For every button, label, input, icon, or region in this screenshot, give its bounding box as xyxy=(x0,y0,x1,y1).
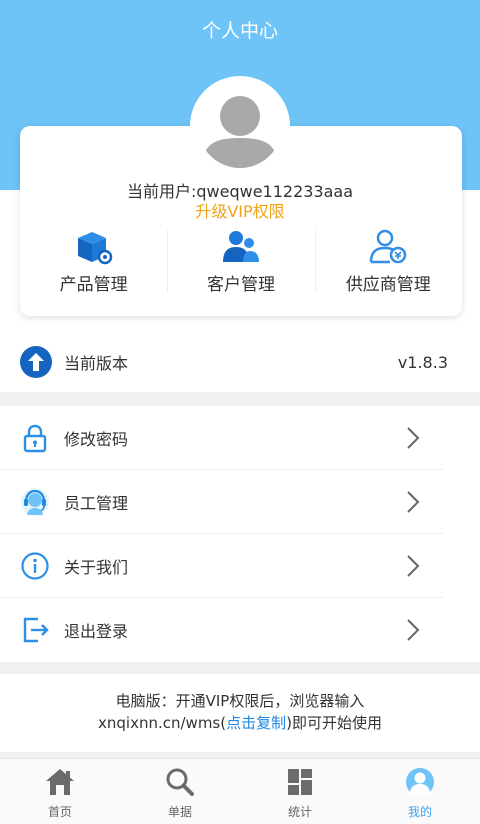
menu-label-about-us: 关于我们 xyxy=(64,558,129,577)
tab-label-statistics: 统计 xyxy=(287,805,312,819)
search-icon xyxy=(166,768,194,796)
version-label: 当前版本 xyxy=(64,354,129,373)
avatar-placeholder-icon xyxy=(198,84,282,168)
version-row[interactable]: 当前版本 v1.8.3 xyxy=(0,334,480,390)
tab-statistics[interactable]: 统计 xyxy=(240,759,360,824)
info-icon xyxy=(21,552,49,580)
chevron-right-icon xyxy=(407,491,420,513)
logout-icon xyxy=(23,617,49,643)
menu-label-change-password: 修改密码 xyxy=(64,430,129,449)
version-value: v1.8.3 xyxy=(397,352,448,372)
supplier-management-button[interactable]: 供应商管理 xyxy=(314,226,462,296)
menu-label-staff-management: 员工管理 xyxy=(64,494,129,513)
home-icon xyxy=(46,769,74,795)
tab-label-mine: 我的 xyxy=(407,805,432,819)
pc-note-suffix: )即可开始使用 xyxy=(286,714,382,732)
copy-link[interactable]: 点击复制 xyxy=(226,714,286,732)
pc-note-line-1: 电脑版：开通VIP权限后，浏览器输入 xyxy=(115,692,365,710)
pc-note-line-2: xnqixnn.cn/wms(点击复制)即可开始使用 xyxy=(0,712,480,734)
chevron-right-icon xyxy=(407,427,420,449)
product-management-button[interactable]: 产品管理 xyxy=(20,226,167,296)
tab-label-home: 首页 xyxy=(47,805,72,819)
headset-staff-icon xyxy=(21,488,49,516)
supplier-management-label: 供应商管理 xyxy=(345,275,431,295)
menu-label-logout: 退出登录 xyxy=(64,622,129,641)
menu-item-logout[interactable]: 退出登录 xyxy=(0,598,480,662)
upload-arrow-icon xyxy=(20,346,52,378)
product-box-gear-icon xyxy=(77,232,112,265)
lock-icon xyxy=(23,424,47,453)
customer-management-label: 客户管理 xyxy=(206,275,275,295)
menu-item-change-password[interactable]: 修改密码 xyxy=(0,406,480,470)
pc-version-note: 电脑版：开通VIP权限后，浏览器输入 xnqixnn.cn/wms(点击复制)即… xyxy=(0,690,480,734)
section-divider xyxy=(0,662,480,674)
bottom-tab-bar: 首页 单据 统计 我的 xyxy=(0,758,480,824)
grid-stats-icon xyxy=(288,769,312,795)
customer-management-button[interactable]: 客户管理 xyxy=(167,226,314,296)
pc-note-url: xnqixnn.cn/wms( xyxy=(98,714,227,732)
tab-home[interactable]: 首页 xyxy=(0,759,120,824)
upgrade-vip-link[interactable]: 升级VIP权限 xyxy=(0,198,480,222)
customers-icon xyxy=(222,231,259,262)
tab-mine[interactable]: 我的 xyxy=(360,759,480,824)
chevron-right-icon xyxy=(407,619,420,641)
page-title: 个人中心 xyxy=(201,20,278,42)
supplier-icon xyxy=(370,229,407,264)
tab-documents[interactable]: 单据 xyxy=(120,759,240,824)
section-divider xyxy=(0,392,480,406)
avatar[interactable] xyxy=(190,76,290,176)
menu-item-about-us[interactable]: 关于我们 xyxy=(0,534,480,598)
settings-menu: 修改密码 员工管理 关于我们 退出登录 xyxy=(0,406,480,662)
tab-label-documents: 单据 xyxy=(167,805,192,819)
product-management-label: 产品管理 xyxy=(59,275,128,295)
menu-item-staff-management[interactable]: 员工管理 xyxy=(0,470,480,534)
management-shortcuts: 产品管理 客户管理 供应商管理 xyxy=(20,226,462,296)
user-profile-icon xyxy=(406,768,434,796)
chevron-right-icon xyxy=(407,555,420,577)
